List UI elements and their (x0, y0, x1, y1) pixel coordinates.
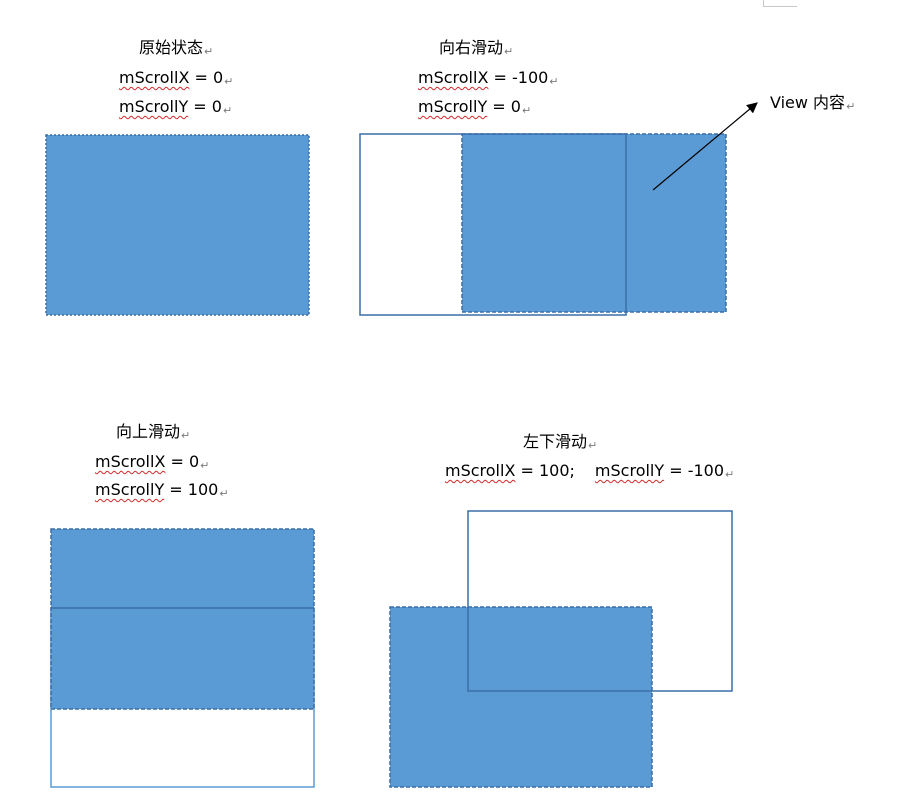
view-content-callout: View 内容↵ (770, 93, 856, 113)
view-content-up (50, 528, 315, 710)
panel-2-title: 向右滑动↵ (439, 38, 514, 58)
panel-4-title: 左下滑动↵ (523, 432, 598, 452)
panel-2-scroll-y: mScrollY = 0↵ (418, 97, 532, 117)
panel-3-scroll-x: mScrollX = 0↵ (95, 452, 210, 472)
panel-1-scroll-y: mScrollY = 0↵ (119, 97, 233, 117)
panel-1-title: 原始状态↵ (139, 38, 214, 58)
panel-3-title: 向上滑动↵ (116, 422, 191, 442)
panel-2-scroll-x: mScrollX = -100↵ (418, 68, 559, 88)
view-content-original (45, 134, 310, 316)
panel-1-scroll-x: mScrollX = 0↵ (119, 68, 234, 88)
panel-3-scroll-y: mScrollY = 100↵ (95, 480, 229, 500)
view-content-down-left (389, 606, 653, 788)
panel-4-scroll-values: mScrollX = 100; mScrollY = -100↵ (445, 461, 735, 481)
scroll-diagram (45, 102, 758, 788)
view-content-right (461, 133, 727, 313)
